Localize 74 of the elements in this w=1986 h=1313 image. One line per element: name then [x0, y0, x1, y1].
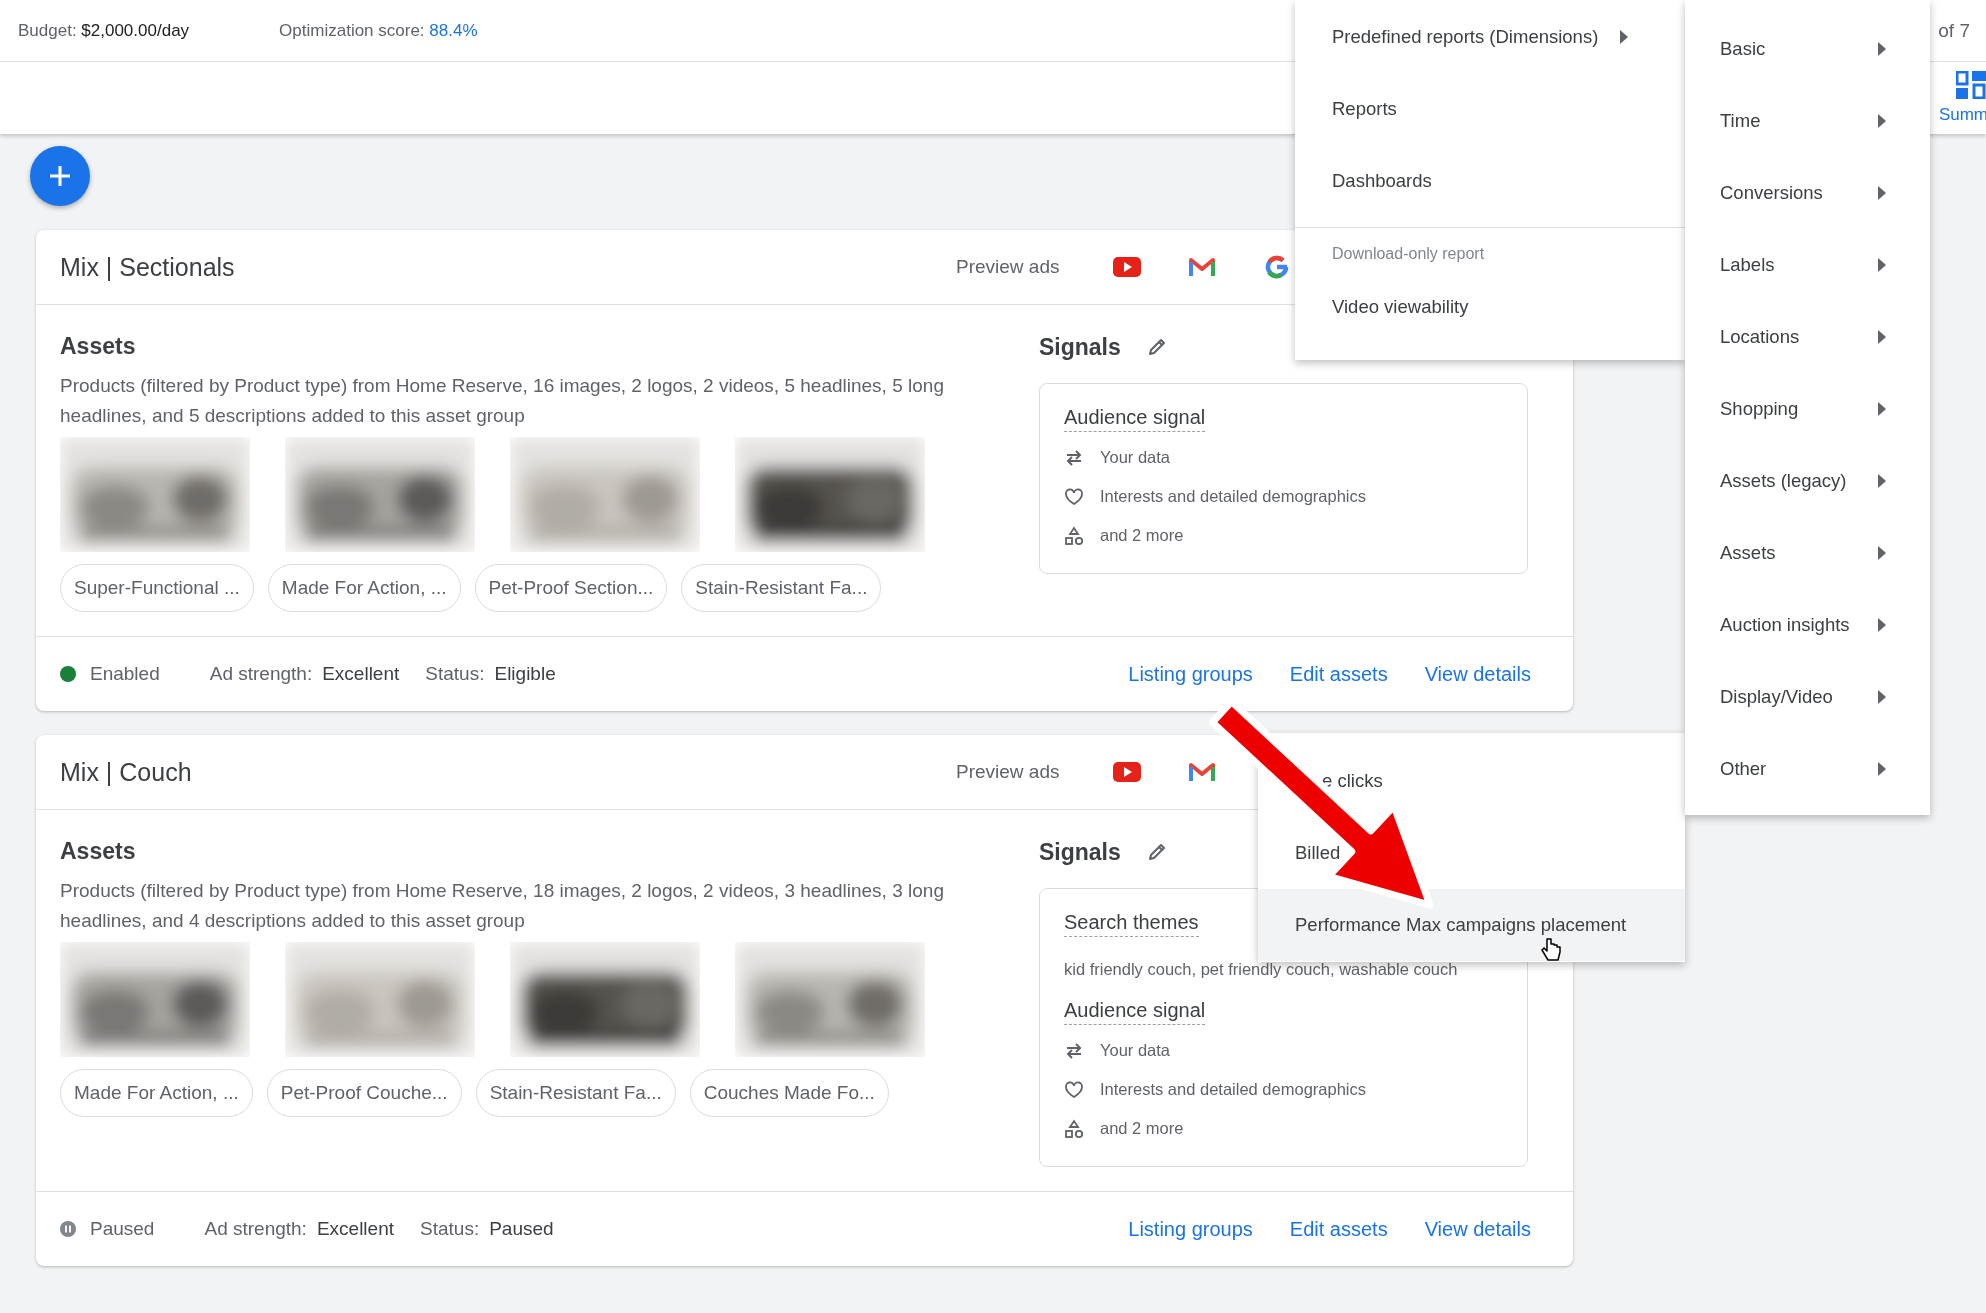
- section-title: Signals: [1039, 838, 1121, 867]
- signal-item: Your data: [1100, 448, 1171, 467]
- section-title: Assets: [60, 332, 137, 361]
- page-count: of 7: [1938, 19, 1970, 42]
- menu-item[interactable]: Assets: [1685, 517, 1930, 589]
- search-themes-text: kid friendly couch, pet friendly couch, washable couch: [1064, 959, 1459, 980]
- menu-item[interactable]: Labels: [1685, 229, 1930, 301]
- mail-icon[interactable]: [1189, 257, 1215, 277]
- signal-title[interactable]: Audience signal: [1064, 406, 1206, 432]
- signal-item: Interests and detailed demographics: [1100, 487, 1366, 506]
- menu-item[interactable]: Other: [1685, 733, 1930, 805]
- mail-icon[interactable]: [1189, 762, 1215, 782]
- menu-item[interactable]: Reports: [1295, 73, 1685, 145]
- budget-text: Budget: $2,000.00/day: [18, 20, 190, 41]
- preview-ads-label: Preview ads: [956, 761, 1060, 783]
- signal-title[interactable]: Search themes: [1064, 911, 1199, 937]
- menu-item[interactable]: Predefined reports (Dimensions): [1295, 1, 1685, 73]
- status-label: Enabled: [90, 663, 160, 685]
- status-value: Paused: [489, 1218, 554, 1240]
- link[interactable]: View details: [1424, 1217, 1531, 1241]
- sync-arrows-icon: [1064, 447, 1084, 468]
- status-field-label: Status:: [420, 1218, 480, 1240]
- menu-item[interactable]: Performance Max campaigns placement: [1258, 889, 1685, 961]
- pencil-icon[interactable]: [1146, 842, 1167, 862]
- menu-item[interactable]: Auction insights: [1685, 589, 1930, 661]
- menu-item[interactable]: Basic: [1685, 13, 1930, 85]
- dashboard-icon: [1956, 71, 1986, 99]
- menu-item[interactable]: Shopping: [1685, 373, 1930, 445]
- menu-item[interactable]: Time: [1685, 85, 1930, 157]
- status-field-label: Status:: [425, 663, 485, 685]
- menu-item[interactable]: Dashboards: [1295, 145, 1685, 217]
- summary-button[interactable]: Summ: [1938, 71, 1986, 125]
- menu-section-header: Download-only report: [1331, 244, 1486, 264]
- signal-item: Your data: [1100, 1041, 1171, 1060]
- menu-item[interactable]: Video viewability: [1295, 277, 1685, 337]
- signal-item: and 2 more: [1100, 1119, 1184, 1138]
- section-title: Assets: [60, 837, 137, 866]
- status-value: Eligible: [494, 663, 556, 685]
- pencil-icon[interactable]: [1146, 337, 1167, 357]
- assets-description: Products (filtered by Product type) from Home Reserve, 18 images, 2 logos, 2 videos, 3 headlines, 3 long headlines, and 4 descriptions added to this asset group: [60, 879, 945, 933]
- ad-strength-label: Ad strength:: [204, 1218, 307, 1240]
- signal-title[interactable]: Audience signal: [1064, 999, 1206, 1025]
- menu-item[interactable]: Billed: [1258, 817, 1685, 889]
- menu-item[interactable]: Conversions: [1685, 157, 1930, 229]
- preview-ads-label: Preview ads: [956, 256, 1060, 278]
- link[interactable]: Listing groups: [1128, 662, 1253, 686]
- ad-strength-label: Ad strength:: [209, 663, 313, 685]
- video-play-icon[interactable]: [1113, 257, 1141, 277]
- menu-item[interactable]: Display/Video: [1685, 661, 1930, 733]
- link[interactable]: Edit assets: [1289, 1217, 1388, 1241]
- menu-item[interactable]: Locations: [1685, 301, 1930, 373]
- sync-arrows-icon: [1064, 1040, 1084, 1061]
- link[interactable]: Listing groups: [1128, 1217, 1253, 1241]
- asset-group-title: Mix | Sectionals: [60, 252, 235, 282]
- video-play-icon[interactable]: [1113, 762, 1141, 782]
- optimization-score-text: Optimization score: 88.4%: [279, 20, 478, 41]
- ad-strength-value: Excellent: [316, 1218, 394, 1240]
- ad-strength-value: Excellent: [322, 663, 400, 685]
- signal-item: Interests and detailed demographics: [1100, 1080, 1366, 1099]
- shapes-icon: [1064, 1118, 1084, 1139]
- heart-icon: [1064, 486, 1084, 507]
- add-button[interactable]: [30, 146, 90, 206]
- plus-icon: [48, 164, 72, 188]
- letter-g-icon[interactable]: [1264, 254, 1290, 280]
- shapes-icon: [1064, 525, 1084, 546]
- link[interactable]: Edit assets: [1289, 662, 1388, 686]
- section-title: Signals: [1039, 333, 1121, 362]
- status-label: Paused: [90, 1218, 155, 1240]
- heart-icon: [1064, 1079, 1084, 1100]
- menu-item[interactable]: Assets (legacy): [1685, 445, 1930, 517]
- assets-description: Products (filtered by Product type) from Home Reserve, 16 images, 2 logos, 2 videos, 5 headlines, 5 long headlines, and 5 descriptions added to this asset group: [60, 374, 945, 428]
- signal-item: and 2 more: [1100, 526, 1184, 545]
- asset-group-title: Mix | Couch: [60, 757, 192, 787]
- link[interactable]: View details: [1424, 662, 1531, 686]
